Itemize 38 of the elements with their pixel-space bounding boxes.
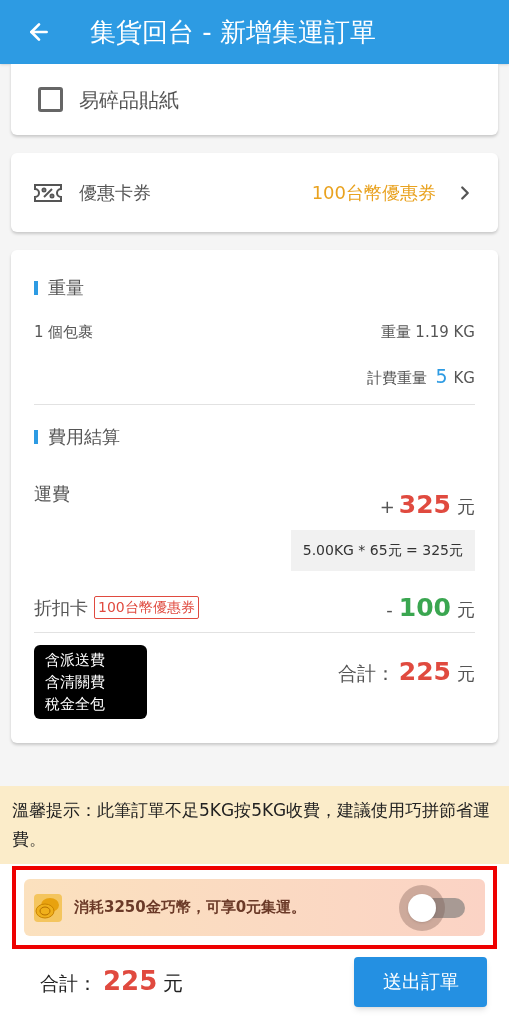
section-heading: 費用結算	[48, 425, 120, 449]
sign: -	[386, 597, 393, 622]
currency-unit: 元	[457, 495, 475, 519]
discount-amount: 100	[398, 591, 451, 624]
coupon-value: 100台幣優惠券	[311, 181, 436, 205]
footer-total-amount: 225	[103, 965, 158, 998]
total-label: 合計：	[337, 661, 395, 686]
total-amount: 225	[398, 656, 451, 688]
coupon-ticket-icon	[33, 182, 63, 203]
currency-unit: 元	[457, 662, 475, 686]
coupon-label: 優惠卡券	[79, 181, 151, 205]
section-marker	[34, 280, 38, 295]
coin-stack-icon	[34, 893, 62, 922]
includes-text: 稅金全包	[45, 694, 106, 715]
section-marker	[34, 429, 38, 444]
footer-currency-unit: 元	[163, 970, 184, 997]
tip-text: 溫馨提示：此筆訂單不足5KG按5KG收費，建議使用巧拼節省運費。	[12, 800, 491, 849]
sign: +	[379, 495, 395, 519]
actual-weight: 重量 1.19 KG	[380, 322, 475, 343]
billing-weight-unit: KG	[453, 367, 475, 389]
page-title: 集貨回台 - 新增集運訂單	[90, 15, 376, 49]
package-count: 1 個包裹	[34, 322, 94, 343]
currency-unit: 元	[457, 597, 475, 622]
section-heading: 重量	[48, 276, 84, 300]
coin-offer-text: 消耗3250金巧幣，可享0元集運。	[74, 897, 307, 919]
billing-weight-label: 計費重量	[367, 367, 428, 389]
coupon-row[interactable]: 優惠卡券 100台幣優惠券	[11, 153, 498, 232]
billing-weight-value: 5	[435, 363, 448, 389]
shipping-fee-label: 運費	[34, 482, 70, 506]
fee-formula: 5.00KG * 65元 = 325元	[290, 529, 475, 571]
discount-label: 折扣卡	[34, 595, 88, 620]
checkbox[interactable]	[38, 87, 63, 112]
includes-text: 含派送費	[45, 650, 106, 671]
footer-total-label: 合計：	[40, 971, 97, 996]
checkbox-label: 易碎品貼紙	[79, 86, 179, 114]
coupon-tag: 100台幣優惠券	[94, 595, 199, 619]
includes-text: 含清關費	[45, 672, 106, 693]
shipping-fee-amount: 325	[398, 489, 451, 521]
